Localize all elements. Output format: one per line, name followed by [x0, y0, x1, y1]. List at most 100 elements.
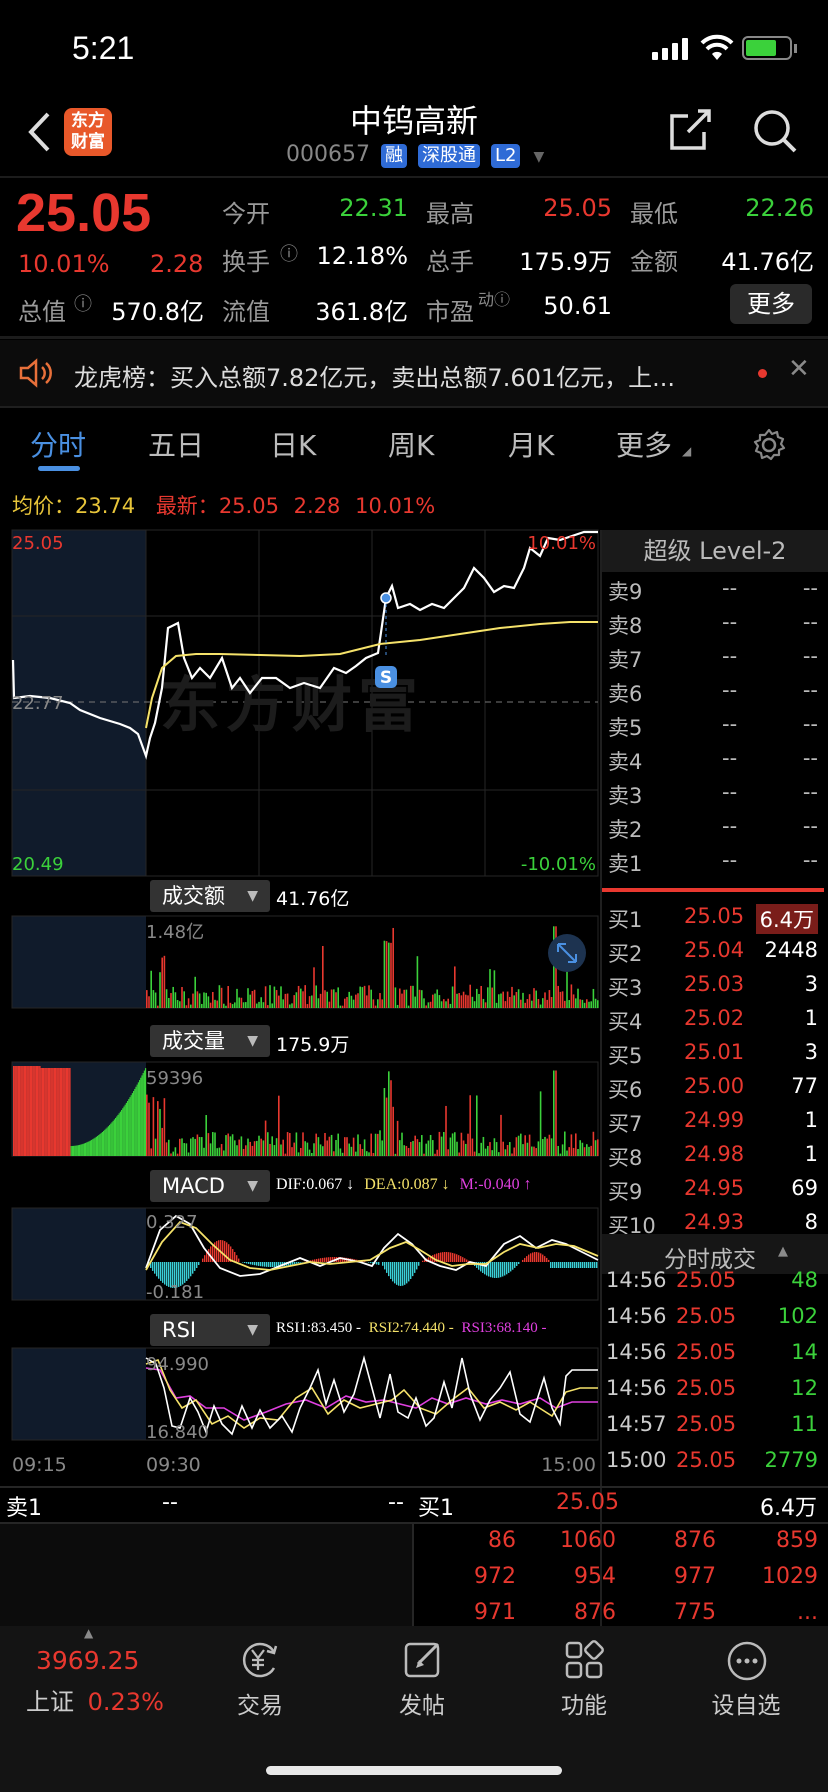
tab-intraday[interactable]: 分时: [30, 424, 86, 464]
macd-bar: [456, 1254, 458, 1262]
index-row[interactable]: 上证 0.23%: [26, 1682, 164, 1717]
macd-bar: [408, 1262, 410, 1282]
bid-row[interactable]: 买1 25.05 6.4万: [608, 904, 818, 938]
volume-bar: [26, 1066, 28, 1156]
close-icon[interactable]: ✕: [788, 354, 810, 384]
chevron-down-icon: ▼: [247, 1322, 258, 1338]
volume-bar: [438, 1131, 441, 1156]
search-icon[interactable]: [752, 108, 798, 154]
bid-row[interactable]: 买9 24.95 69: [608, 1176, 818, 1210]
ask-row[interactable]: 卖5 -- --: [608, 712, 818, 746]
tick-row: 14:57 25.05 11: [606, 1412, 818, 1448]
gear-icon[interactable]: [752, 428, 786, 462]
amount-bar: [357, 993, 359, 1008]
ask-row[interactable]: 卖7 -- --: [608, 644, 818, 678]
volume-bar: [445, 1105, 447, 1156]
volume-bar: [548, 1134, 551, 1156]
ask-row[interactable]: 卖2 -- --: [608, 814, 818, 848]
ask-row[interactable]: 卖4 -- --: [608, 746, 818, 780]
macd-bar: [594, 1262, 596, 1268]
bid-row[interactable]: 买8 24.98 1: [608, 1142, 818, 1176]
queue-divider: [412, 1524, 414, 1626]
amount-bar: [465, 994, 467, 1008]
volume-bar: [55, 1068, 57, 1156]
tab-five-day[interactable]: 五日: [148, 424, 204, 464]
yuan-trade-icon[interactable]: [238, 1640, 282, 1680]
bid-row[interactable]: 买7 24.99 1: [608, 1108, 818, 1142]
volume-bar: [478, 1153, 480, 1156]
bid-row[interactable]: 买5 25.01 3: [608, 1040, 818, 1074]
post-edit-icon[interactable]: [402, 1638, 444, 1680]
nav-trade[interactable]: 交易: [200, 1686, 320, 1720]
queue-sell-volume: --: [388, 1490, 404, 1515]
index-value[interactable]: 3969.25: [36, 1646, 139, 1675]
volume-bar: [107, 1126, 109, 1156]
tab-more[interactable]: 更多: [616, 424, 672, 464]
tab-weekly-k[interactable]: 周K: [388, 424, 434, 464]
amount-bar: [544, 992, 546, 1008]
volume-bar: [344, 1137, 346, 1156]
ask-row[interactable]: 卖3 -- --: [608, 780, 818, 814]
volume-bar: [172, 1151, 174, 1156]
nav-watchlist[interactable]: 设自选: [686, 1686, 806, 1720]
bid-row[interactable]: 买3 25.03 3: [608, 972, 818, 1006]
macd-bar: [272, 1262, 274, 1267]
amount-bar: [194, 976, 196, 1008]
bid-row[interactable]: 买2 25.04 2448: [608, 938, 818, 972]
macd-bar: [412, 1262, 414, 1277]
nav-functions[interactable]: 功能: [524, 1686, 644, 1720]
ask-row[interactable]: 卖6 -- --: [608, 678, 818, 712]
amount-bar: [264, 986, 267, 1008]
apps-icon[interactable]: [564, 1640, 604, 1680]
rsi-selector[interactable]: RSI ▼: [150, 1314, 270, 1346]
more-button[interactable]: 更多: [730, 284, 812, 324]
volume-bar: [124, 1104, 126, 1156]
ask-level: 卖7: [608, 648, 643, 672]
volume-bar: [385, 1097, 388, 1156]
amount-bar: [484, 1002, 487, 1008]
volume-bar: [73, 1145, 75, 1156]
volume-bar: [295, 1132, 298, 1156]
tick-volume: 14: [791, 1340, 818, 1364]
ask-row[interactable]: 卖8 -- --: [608, 610, 818, 644]
share-icon[interactable]: [668, 108, 712, 152]
ask-row[interactable]: 卖9 -- --: [608, 576, 818, 610]
volume-selector[interactable]: 成交量 ▼: [150, 1025, 270, 1057]
amount-bar: [363, 985, 366, 1008]
macd-bar: [492, 1262, 494, 1278]
tab-daily-k[interactable]: 日K: [270, 424, 316, 464]
notice-bar[interactable]: 龙虎榜：买入总额7.82亿元，卖出总额7.601亿元，上... ✕: [0, 340, 828, 406]
macd-bar: [452, 1252, 454, 1262]
volume-bar: [92, 1139, 94, 1156]
ask-row[interactable]: 卖1 -- --: [608, 848, 818, 882]
volume-bar: [86, 1142, 88, 1156]
amount-selector[interactable]: 成交额 ▼: [150, 880, 270, 912]
macd-bar: [222, 1240, 224, 1262]
macd-bar: [258, 1262, 260, 1266]
amount-bar: [533, 988, 535, 1008]
macd-bar: [418, 1262, 420, 1266]
amount-bar: [306, 1004, 309, 1008]
info-icon[interactable]: ⓘ: [74, 290, 92, 316]
bid-row[interactable]: 买4 25.02 1: [608, 1006, 818, 1040]
tab-monthly-k[interactable]: 月K: [508, 424, 554, 464]
bid-row[interactable]: 买6 25.00 77: [608, 1074, 818, 1108]
intraday-chart[interactable]: 东方财富 S 25.05 22.77 20.49 10.01% -10.01% …: [0, 528, 600, 1488]
more-dots-icon[interactable]: [726, 1640, 768, 1682]
volume-bar: [123, 1106, 125, 1156]
macd-bar: [250, 1262, 252, 1265]
level2-title[interactable]: 超级 Level-2: [602, 530, 828, 572]
volume-bar: [214, 1132, 216, 1156]
queue-order: 1060: [560, 1528, 616, 1553]
macd-selector[interactable]: MACD ▼: [150, 1170, 270, 1202]
info-icon[interactable]: ⓘ: [280, 240, 298, 266]
volume-bar: [465, 1143, 467, 1156]
bid-volume: 3: [804, 972, 818, 996]
nav-post[interactable]: 发帖: [362, 1686, 482, 1720]
label-amount: 金额: [630, 248, 678, 276]
volume-bar: [361, 1148, 364, 1156]
amount-bar: [284, 993, 287, 1008]
ask-level: 卖5: [608, 716, 643, 740]
stock-code-row[interactable]: 000657 融 深股通 L2 ▼: [286, 142, 544, 168]
amount-bar: [317, 998, 320, 1008]
